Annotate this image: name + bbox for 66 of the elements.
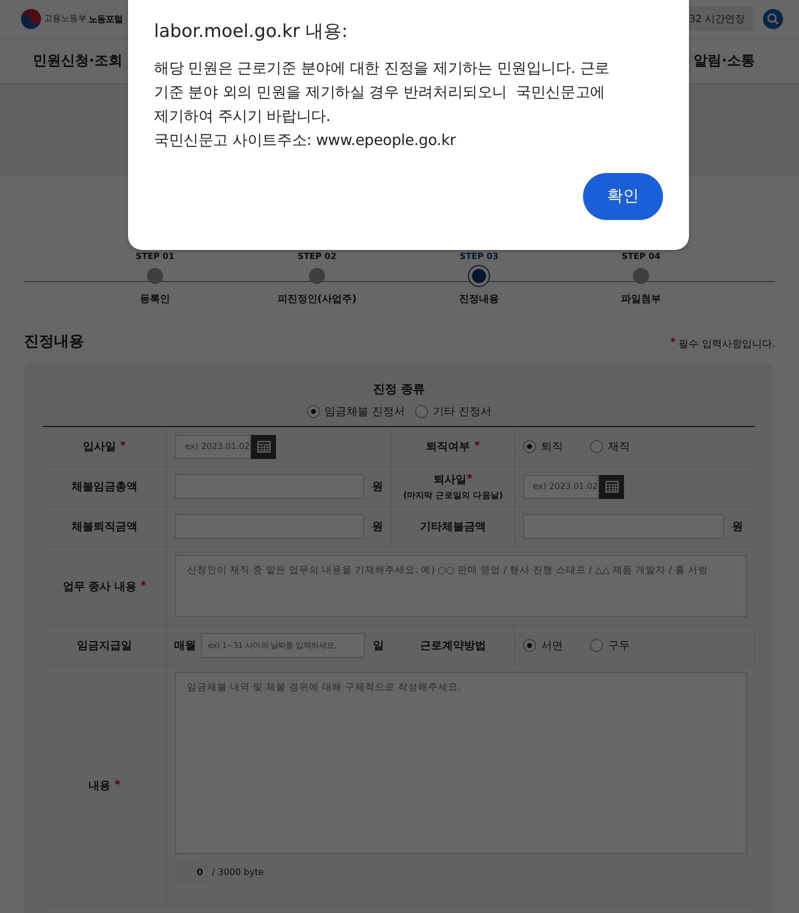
radio-label[interactable]: 기타 진정서 [433, 404, 492, 419]
field-hint: (마지막 근로일의 다음날) [403, 490, 503, 502]
step-number: STEP 02 [298, 252, 336, 262]
radio-label[interactable]: 구두 [608, 638, 630, 653]
radio-label[interactable]: 재직 [608, 439, 630, 454]
portal-name: 노동포털 [88, 14, 122, 26]
field-label: 퇴사일 [434, 472, 467, 486]
step-number: STEP 01 [136, 252, 174, 262]
radio-label[interactable]: 서면 [541, 638, 563, 653]
dialog-message: 국민신문고 사이트주소: www.epeople.go.kr [154, 130, 457, 151]
section-title: 진정내용 [24, 332, 84, 351]
field-label: 업무 종사 내용 [62, 578, 136, 594]
dialog-message: 해당 민원은 근로기준 분야에 대한 진정을 제기하는 민원입니다. 근로기준 분야 외의 민원을 제기하실 경우 반려처리되오니 국민신문고에 제기하여 주시기 바랍니다. [154, 58, 611, 127]
required-mark: * [466, 472, 472, 486]
radio-button[interactable] [306, 405, 320, 418]
radio-label[interactable]: 퇴직 [541, 439, 563, 454]
field-label: 근로계약방법 [420, 638, 486, 653]
step-label: 피진정인(사업주) [277, 293, 357, 306]
required-mark: * [474, 439, 480, 454]
org-name: 고용노동부 [44, 13, 86, 25]
unit-label: 원 [732, 519, 743, 534]
byte-limit: / 3000 byte [212, 868, 264, 878]
unit-label: 원 [372, 479, 383, 494]
day-field[interactable]: ex) 1~31 사이의 날짜를 입력하세요. [201, 633, 365, 658]
radio-button[interactable] [415, 405, 428, 418]
calendar-button[interactable] [251, 434, 276, 458]
required-mark: * [114, 778, 120, 793]
step-label: 파일첨부 [621, 293, 661, 306]
field-label: 기타체불금액 [420, 519, 486, 534]
field-label: 체불퇴직금액 [72, 519, 138, 534]
field-label: 입사일 [83, 439, 116, 454]
field-label: 퇴직여부 [426, 439, 470, 454]
search-icon [767, 13, 779, 25]
calendar-icon [256, 440, 270, 453]
step-number: STEP 03 [460, 252, 498, 262]
radio-button[interactable] [590, 639, 603, 652]
emblem-icon [20, 8, 42, 30]
unit-label: 일 [373, 638, 384, 653]
radio-button[interactable] [590, 440, 603, 453]
date-field[interactable]: ex) 2023.01.02 [523, 474, 599, 498]
radio-button[interactable] [523, 639, 536, 652]
search-button[interactable] [763, 9, 783, 29]
date-field[interactable]: ex) 2023.01.02 [175, 434, 251, 458]
required-mark: * [670, 337, 676, 350]
field-label: 임금지급일 [77, 638, 132, 653]
nav-menu-item[interactable]: 알림·소통 [694, 52, 755, 70]
field-label: 체불임금총액 [72, 479, 138, 494]
required-note: 필수 입력사항입니다. [678, 338, 775, 351]
radio-button[interactable] [523, 440, 536, 453]
nav-menu-item[interactable]: 민원신청·조회 [33, 52, 122, 70]
text-area[interactable]: 신청인이 재직 중 맡은 업무의 내용을 기재해주세요. 예) ○○ 판매 영업 / 행사 진행 스태프 / △△ 제품 개발자 / 홀 서빙 [175, 555, 747, 617]
calendar-button[interactable] [599, 474, 624, 498]
field-label: 내용 [88, 778, 111, 793]
prefix-label: 매월 [174, 638, 196, 653]
unit-label: 원 [372, 519, 383, 534]
step-label: 등록인 [140, 293, 170, 306]
required-mark: * [120, 439, 126, 454]
confirm-button[interactable]: 확인 [583, 173, 663, 220]
calendar-icon [604, 480, 618, 493]
step-label: 진정내용 [459, 293, 499, 306]
required-mark: * [140, 578, 146, 594]
dialog-title: labor.moel.go.kr 내용: [154, 20, 349, 43]
step-number: STEP 04 [622, 252, 660, 262]
form-type-title: 진정 종류 [372, 381, 426, 398]
text-area[interactable]: 임금체불 내역 및 체불 경위에 대해 구체적으로 작성해주세요. [175, 672, 747, 854]
radio-label[interactable]: 임금체불 진정서 [324, 404, 405, 419]
